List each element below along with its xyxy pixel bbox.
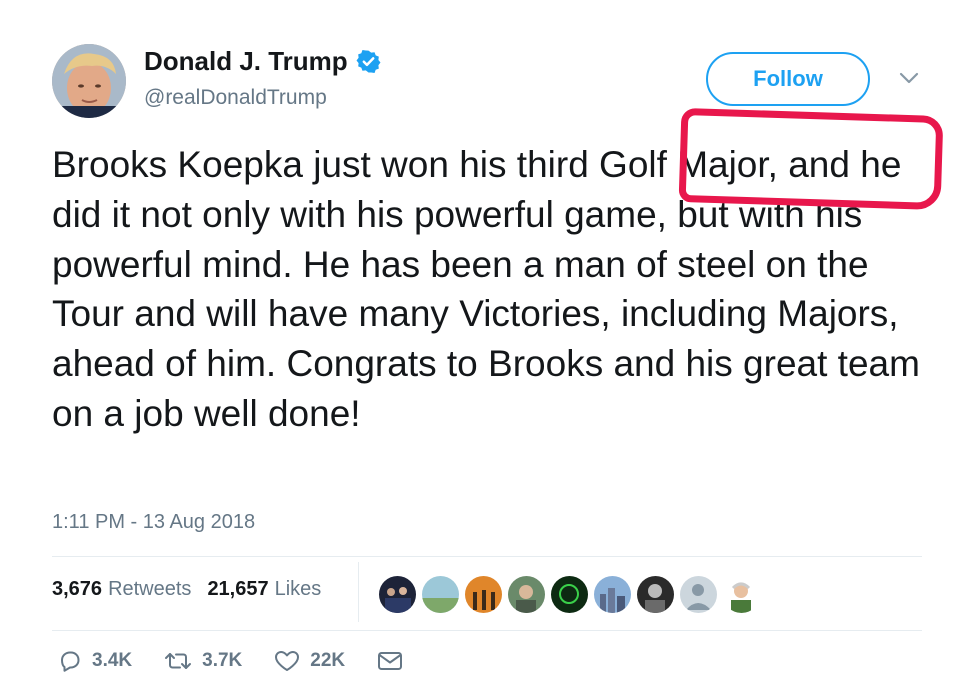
- reply-icon: [61, 651, 80, 672]
- liker-avatar[interactable]: [421, 575, 460, 614]
- like-action[interactable]: 22K: [274, 650, 345, 672]
- reply-count: 3.4K: [92, 650, 133, 671]
- chevron-down-icon[interactable]: [898, 70, 920, 86]
- liker-avatar[interactable]: [679, 575, 718, 614]
- retweet-icon: [165, 653, 192, 669]
- liker-avatar[interactable]: [636, 575, 675, 614]
- divider-top: [52, 556, 922, 557]
- retweets-count: 3,676: [52, 578, 103, 600]
- likes-count: 21,657: [207, 578, 269, 600]
- verified-badge-icon: [356, 50, 381, 73]
- envelope-icon: [378, 652, 403, 670]
- user-handle[interactable]: @realDonaldTrump: [144, 86, 327, 110]
- likers-avatars: [378, 575, 761, 614]
- retweet-action[interactable]: 3.7K: [164, 650, 242, 672]
- retweets-label: Retweets: [108, 578, 192, 600]
- liker-avatar[interactable]: [593, 575, 632, 614]
- direct-message-action[interactable]: [377, 651, 403, 671]
- engagement-stats: 3,676 Retweets 21,657 Likes: [52, 578, 321, 601]
- display-name[interactable]: Donald J. Trump: [144, 46, 348, 77]
- retweets-stat[interactable]: 3,676 Retweets: [52, 578, 191, 601]
- liker-avatar[interactable]: [507, 575, 546, 614]
- heart-icon: [275, 651, 300, 671]
- liker-avatar[interactable]: [464, 575, 503, 614]
- likes-label: Likes: [274, 578, 322, 600]
- avatar[interactable]: [52, 44, 126, 118]
- highlight-annotation: [678, 107, 944, 211]
- follow-button[interactable]: Follow: [706, 52, 870, 106]
- liker-avatar[interactable]: [378, 575, 417, 614]
- liker-avatar[interactable]: [722, 575, 761, 614]
- like-count: 22K: [310, 650, 346, 671]
- stats-divider: [358, 562, 359, 622]
- tweet-actions: 3.4K 3.7K 22K: [58, 650, 435, 672]
- liker-avatar[interactable]: [550, 575, 589, 614]
- tweet-timestamp[interactable]: 1:11 PM - 13 Aug 2018: [52, 511, 255, 534]
- likes-stat[interactable]: 21,657 Likes: [207, 578, 321, 601]
- reply-action[interactable]: 3.4K: [58, 650, 132, 672]
- divider-bottom: [52, 630, 922, 631]
- retweet-count: 3.7K: [202, 650, 243, 671]
